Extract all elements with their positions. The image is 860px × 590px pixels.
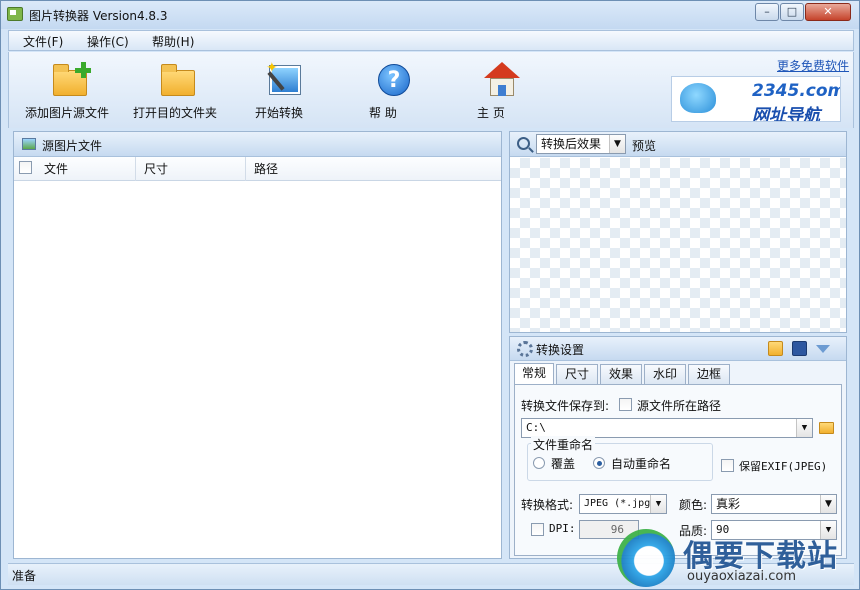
file-table-header: 文件 尺寸 路径 (14, 157, 501, 181)
more-free-software-link[interactable]: 更多免费软件 (777, 57, 849, 74)
menu-file[interactable]: 文件(F) (23, 33, 63, 50)
app-icon (7, 7, 23, 21)
tab-border[interactable]: 边框 (688, 364, 730, 384)
overwrite-label: 覆盖 (551, 457, 576, 471)
menu-bar: 文件(F) 操作(C) 帮助(H) (8, 30, 854, 51)
maximize-button[interactable]: □ (780, 3, 804, 21)
source-path-checkbox[interactable] (619, 398, 632, 411)
watermark-domain: ouyaoxiazai.com (687, 569, 796, 584)
preview-label: 预览 (632, 139, 657, 153)
source-files-title: 源图片文件 (42, 139, 103, 153)
folder-icon (159, 62, 197, 98)
open-settings-icon[interactable] (768, 341, 783, 356)
ad-tagline: 网址导航 (752, 106, 820, 122)
tab-watermark[interactable]: 水印 (644, 364, 686, 384)
source-files-panel: 源图片文件 文件 尺寸 路径 (13, 131, 502, 559)
format-label: 转换格式: (521, 498, 574, 512)
window-title: 图片转换器 Version4.8.3 (29, 9, 168, 23)
keep-exif-checkbox[interactable] (721, 459, 734, 472)
magnifier-icon (517, 137, 530, 150)
chevron-down-icon: ▼ (609, 135, 625, 153)
open-dest-button[interactable]: 打开目的文件夹 (133, 62, 223, 120)
save-to-label: 转换文件保存到: (521, 399, 610, 413)
help-icon: ? (375, 62, 413, 98)
status-text: 准备 (12, 569, 37, 583)
rename-group-title: 文件重命名 (531, 436, 596, 453)
color-label: 颜色: (679, 498, 708, 512)
collapse-chevron-icon[interactable] (816, 345, 830, 353)
help-button[interactable]: ? 帮 助 (369, 62, 419, 120)
dpi-checkbox[interactable] (531, 523, 544, 536)
file-list[interactable] (14, 183, 501, 558)
title-bar: 图片转换器 Version4.8.3 – □ ✕ (1, 1, 859, 29)
tab-general[interactable]: 常规 (514, 363, 554, 385)
overwrite-radio[interactable] (533, 457, 545, 469)
close-button[interactable]: ✕ (805, 3, 851, 21)
preview-canvas (510, 158, 846, 332)
source-files-header: 源图片文件 (14, 132, 501, 157)
select-all-checkbox[interactable] (19, 161, 32, 174)
tab-effects[interactable]: 效果 (600, 364, 642, 384)
ad-banner[interactable]: 2345.com 网址导航 (671, 76, 841, 122)
preview-mode-value: 转换后效果 (541, 137, 602, 151)
color-value: 真彩 (716, 497, 741, 511)
magic-wand-icon: ✦ (266, 60, 304, 98)
open-dest-label: 打开目的文件夹 (133, 106, 218, 120)
add-source-label: 添加图片源文件 (25, 106, 110, 120)
watermark-logo-icon (617, 529, 675, 587)
home-icon (483, 62, 521, 98)
keep-exif-label: 保留EXIF(JPEG) (739, 460, 828, 473)
chevron-down-icon: ▼ (650, 495, 666, 513)
menu-operation[interactable]: 操作(C) (87, 33, 129, 50)
preview-header: 转换后效果 ▼ 预览 (510, 132, 846, 157)
home-label: 主 页 (477, 106, 505, 120)
home-button[interactable]: 主 页 (477, 62, 527, 120)
add-folder-icon (51, 62, 91, 98)
save-settings-icon[interactable] (792, 341, 807, 356)
color-select[interactable]: 真彩 ▼ (711, 494, 837, 514)
column-file[interactable]: 文件 (36, 157, 136, 181)
save-path-select[interactable]: C:\ ▼ (521, 418, 813, 438)
auto-rename-label: 自动重命名 (611, 457, 672, 471)
chevron-down-icon: ▼ (820, 495, 836, 513)
save-path-value: C:\ (526, 421, 546, 434)
preview-panel: 转换后效果 ▼ 预览 (509, 131, 847, 333)
preview-mode-select[interactable]: 转换后效果 ▼ (536, 134, 626, 154)
column-path[interactable]: 路径 (246, 157, 501, 181)
tab-size[interactable]: 尺寸 (556, 364, 598, 384)
start-convert-button[interactable]: ✦ 开始转换 (255, 60, 315, 120)
add-source-button[interactable]: 添加图片源文件 (25, 62, 115, 120)
convert-settings-panel: 转换设置 常规 尺寸 效果 水印 边框 转换文件保存到: 源文件所在路径 C:\… (509, 336, 847, 559)
chevron-down-icon: ▼ (796, 419, 812, 437)
format-select[interactable]: JPEG (*.jpg ▼ (579, 494, 667, 514)
help-label: 帮 助 (369, 106, 397, 120)
source-path-label: 源文件所在路径 (637, 399, 722, 413)
settings-header: 转换设置 (510, 337, 846, 361)
browse-folder-icon[interactable] (819, 422, 834, 434)
menu-help[interactable]: 帮助(H) (152, 33, 194, 50)
minimize-button[interactable]: – (755, 3, 779, 21)
dpi-label: DPI: (549, 522, 576, 535)
start-convert-label: 开始转换 (255, 106, 304, 120)
octopus-mascot-icon (680, 83, 716, 113)
gear-icon (517, 341, 533, 357)
format-value: JPEG (*.jpg (584, 498, 651, 509)
image-icon (22, 138, 36, 150)
column-size[interactable]: 尺寸 (136, 157, 246, 181)
app-window: 图片转换器 Version4.8.3 – □ ✕ 文件(F) 操作(C) 帮助(… (0, 0, 860, 590)
auto-rename-radio[interactable] (593, 457, 605, 469)
settings-title: 转换设置 (536, 343, 585, 357)
ad-brand: 2345.com (752, 81, 841, 101)
